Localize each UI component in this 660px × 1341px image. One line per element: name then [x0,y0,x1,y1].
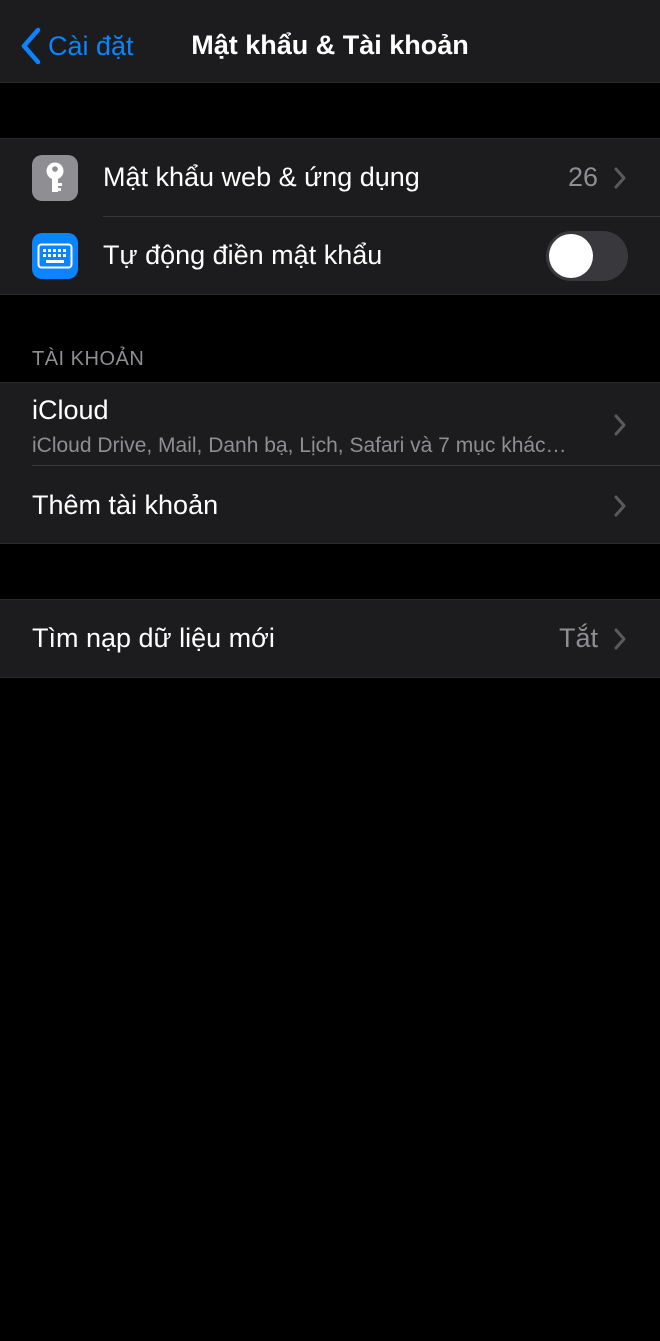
key-icon [32,155,78,201]
autofill-passwords-row: Tự động điền mật khẩu [0,217,660,295]
navigation-bar: Cài đặt Mật khẩu & Tài khoản [0,0,660,83]
fetch-group: Tìm nạp dữ liệu mới Tắt [0,599,660,678]
fetch-new-data-value: Tắt [558,623,598,653]
accounts-group: iCloud iCloud Drive, Mail, Danh bạ, Lịch… [0,382,660,544]
web-app-passwords-label: Mật khẩu web & ứng dụng [103,162,420,192]
toggle-knob [549,234,593,278]
add-account-row[interactable]: Thêm tài khoản [0,466,660,544]
icloud-label: iCloud [32,395,109,425]
page-title: Mật khẩu & Tài khoản [191,30,469,60]
web-app-passwords-row[interactable]: Mật khẩu web & ứng dụng 26 [0,139,660,217]
fetch-new-data-row[interactable]: Tìm nạp dữ liệu mới Tắt [0,600,660,677]
password-count: 26 [567,162,598,192]
icloud-row[interactable]: iCloud iCloud Drive, Mail, Danh bạ, Lịch… [0,383,660,466]
passwords-group: Mật khẩu web & ứng dụng 26 Tự động điền … [0,138,660,295]
autofill-toggle[interactable] [546,231,628,281]
chevron-right-icon [614,495,626,517]
accounts-section-header: TÀI KHOẢN [32,348,145,370]
keyboard-icon [32,233,78,279]
autofill-passwords-label: Tự động điền mật khẩu [103,240,383,270]
add-account-label: Thêm tài khoản [32,490,219,520]
chevron-right-icon [614,167,626,189]
chevron-right-icon [614,628,626,650]
chevron-right-icon [614,414,626,436]
fetch-new-data-label: Tìm nạp dữ liệu mới [32,623,275,653]
icloud-subtitle: iCloud Drive, Mail, Danh bạ, Lịch, Safar… [32,434,567,457]
